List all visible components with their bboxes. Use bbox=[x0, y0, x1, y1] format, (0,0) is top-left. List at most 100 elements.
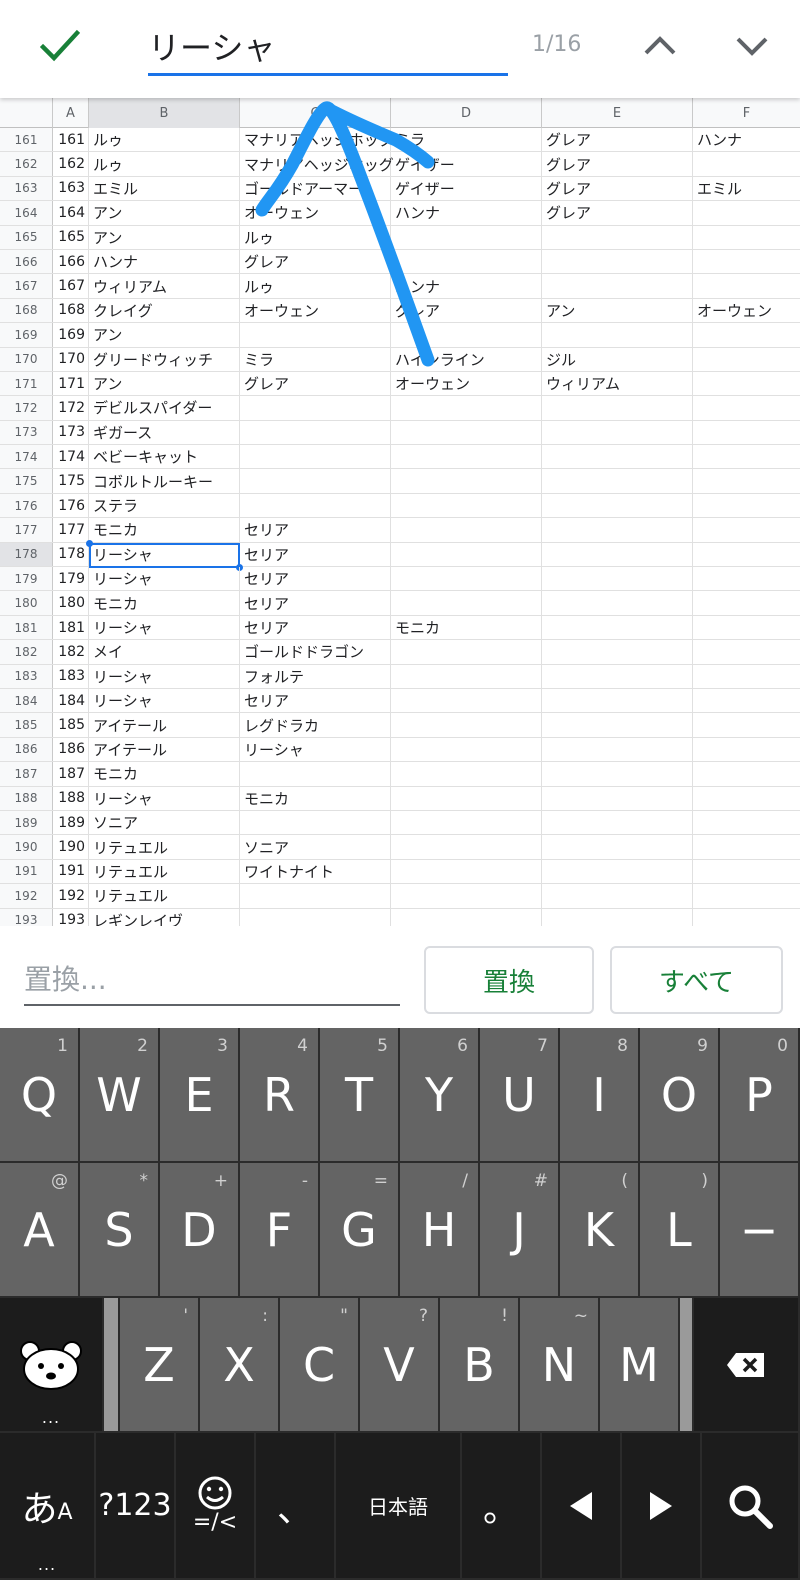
cell-d[interactable] bbox=[391, 762, 542, 786]
row-number[interactable]: 165 bbox=[0, 225, 53, 249]
key-y[interactable]: Y6 bbox=[400, 1028, 480, 1163]
cell-b[interactable]: リテュエル bbox=[89, 859, 240, 884]
cell-f[interactable] bbox=[693, 591, 800, 614]
cell-d[interactable]: モニカ bbox=[391, 615, 542, 640]
cell-e[interactable] bbox=[542, 688, 693, 713]
cell-c[interactable]: ルゥ bbox=[240, 274, 391, 298]
cell-b[interactable]: アン bbox=[89, 371, 240, 396]
cell-a[interactable]: 180 bbox=[53, 591, 89, 615]
cell-d[interactable] bbox=[391, 664, 542, 688]
cell-f[interactable] bbox=[693, 323, 800, 346]
cell-f[interactable] bbox=[693, 421, 800, 444]
key-v[interactable]: V? bbox=[360, 1298, 440, 1433]
cell-c[interactable]: セリア bbox=[240, 542, 391, 567]
cell-a[interactable]: 184 bbox=[53, 688, 89, 713]
cell-d[interactable] bbox=[391, 835, 542, 859]
cell-c[interactable] bbox=[240, 420, 391, 445]
cell-d[interactable] bbox=[391, 908, 542, 926]
cell-f[interactable] bbox=[693, 665, 800, 688]
cell-c[interactable]: フォルテ bbox=[240, 664, 391, 688]
cell-d[interactable] bbox=[391, 445, 542, 469]
cell-d[interactable]: ハインライン bbox=[391, 347, 542, 371]
key-o[interactable]: O9 bbox=[640, 1028, 720, 1163]
key-i[interactable]: I8 bbox=[560, 1028, 640, 1163]
cell-b[interactable]: リーシャ bbox=[89, 567, 240, 591]
cell-b[interactable]: ソニア bbox=[89, 810, 240, 835]
cell-a[interactable]: 183 bbox=[53, 664, 89, 688]
cell-f[interactable] bbox=[693, 567, 800, 590]
row-number[interactable]: 179 bbox=[0, 567, 53, 591]
cell-c[interactable]: ゴールドドラゴン bbox=[240, 640, 391, 664]
cell-e[interactable]: ジル bbox=[542, 347, 693, 371]
cell-a[interactable]: 174 bbox=[53, 445, 89, 469]
cell-e[interactable] bbox=[542, 835, 693, 859]
row-number[interactable]: 164 bbox=[0, 201, 53, 225]
cell-d[interactable] bbox=[391, 591, 542, 615]
backspace-key[interactable] bbox=[694, 1298, 800, 1433]
cell-a[interactable]: 166 bbox=[53, 249, 89, 274]
cell-c[interactable]: セリア bbox=[240, 688, 391, 713]
cell-d[interactable] bbox=[391, 737, 542, 762]
cell-a[interactable]: 185 bbox=[53, 713, 89, 737]
cell-e[interactable] bbox=[542, 664, 693, 688]
check-icon[interactable] bbox=[40, 28, 80, 64]
key-x[interactable]: X: bbox=[200, 1298, 280, 1433]
cell-d[interactable] bbox=[391, 786, 542, 810]
comma-key[interactable]: 、 bbox=[256, 1433, 336, 1580]
row-number[interactable]: 175 bbox=[0, 469, 53, 493]
cell-e[interactable] bbox=[542, 713, 693, 737]
row-number[interactable]: 188 bbox=[0, 786, 53, 810]
header-corner[interactable] bbox=[0, 98, 53, 128]
cell-e[interactable]: グレア bbox=[542, 128, 693, 152]
cell-c[interactable]: ワイトナイト bbox=[240, 859, 391, 884]
cell-c[interactable]: オーウェン bbox=[240, 201, 391, 225]
cell-f[interactable] bbox=[693, 226, 800, 249]
cell-e[interactable]: グレア bbox=[542, 152, 693, 176]
cell-e[interactable] bbox=[542, 225, 693, 249]
cell-e[interactable] bbox=[542, 249, 693, 274]
cursor-right-key[interactable] bbox=[622, 1433, 702, 1580]
cell-d[interactable]: ミラ bbox=[391, 128, 542, 152]
cell-f[interactable] bbox=[693, 274, 800, 297]
chevron-up-icon[interactable] bbox=[640, 26, 680, 66]
key-h[interactable]: H / bbox=[400, 1163, 480, 1298]
cell-c[interactable]: ルゥ bbox=[240, 225, 391, 249]
symbols-key[interactable]: ?123 bbox=[96, 1433, 176, 1580]
cell-a[interactable]: 191 bbox=[53, 859, 89, 884]
cell-b[interactable]: リテュエル bbox=[89, 835, 240, 859]
row-number[interactable]: 171 bbox=[0, 371, 53, 396]
row-number[interactable]: 192 bbox=[0, 884, 53, 908]
row-number[interactable]: 174 bbox=[0, 445, 53, 469]
cell-f[interactable] bbox=[693, 469, 800, 492]
cell-a[interactable]: 186 bbox=[53, 737, 89, 762]
cell-b[interactable]: アイテール bbox=[89, 713, 240, 737]
cell-e[interactable] bbox=[542, 445, 693, 469]
cell-a[interactable]: 172 bbox=[53, 396, 89, 420]
cell-e[interactable] bbox=[542, 469, 693, 493]
period-key[interactable]: 。 bbox=[462, 1433, 542, 1580]
row-number[interactable]: 187 bbox=[0, 762, 53, 786]
cell-d[interactable] bbox=[391, 469, 542, 493]
cell-b[interactable]: クレイグ bbox=[89, 298, 240, 323]
row-number[interactable]: 193 bbox=[0, 908, 53, 926]
key-q[interactable]: Q1 bbox=[0, 1028, 80, 1163]
cell-f[interactable] bbox=[693, 348, 800, 371]
cell-e[interactable] bbox=[542, 786, 693, 810]
key-b[interactable]: B! bbox=[440, 1298, 520, 1433]
cell-e[interactable] bbox=[542, 323, 693, 347]
cell-d[interactable]: ハンナ bbox=[391, 274, 542, 298]
row-number[interactable]: 183 bbox=[0, 664, 53, 688]
cell-e[interactable] bbox=[542, 640, 693, 664]
row-number[interactable]: 172 bbox=[0, 396, 53, 420]
cell-b[interactable]: モニカ bbox=[89, 518, 240, 542]
key-u[interactable]: U7 bbox=[480, 1028, 560, 1163]
cell-b[interactable]: アイテール bbox=[89, 737, 240, 762]
cell-a[interactable]: 175 bbox=[53, 469, 89, 493]
key-t[interactable]: T5 bbox=[320, 1028, 400, 1163]
cell-f[interactable] bbox=[693, 250, 800, 273]
row-number[interactable]: 176 bbox=[0, 493, 53, 518]
key-r[interactable]: R4 bbox=[240, 1028, 320, 1163]
cell-e[interactable]: アン bbox=[542, 298, 693, 323]
cell-d[interactable] bbox=[391, 396, 542, 420]
key-l[interactable]: L) bbox=[640, 1163, 720, 1298]
